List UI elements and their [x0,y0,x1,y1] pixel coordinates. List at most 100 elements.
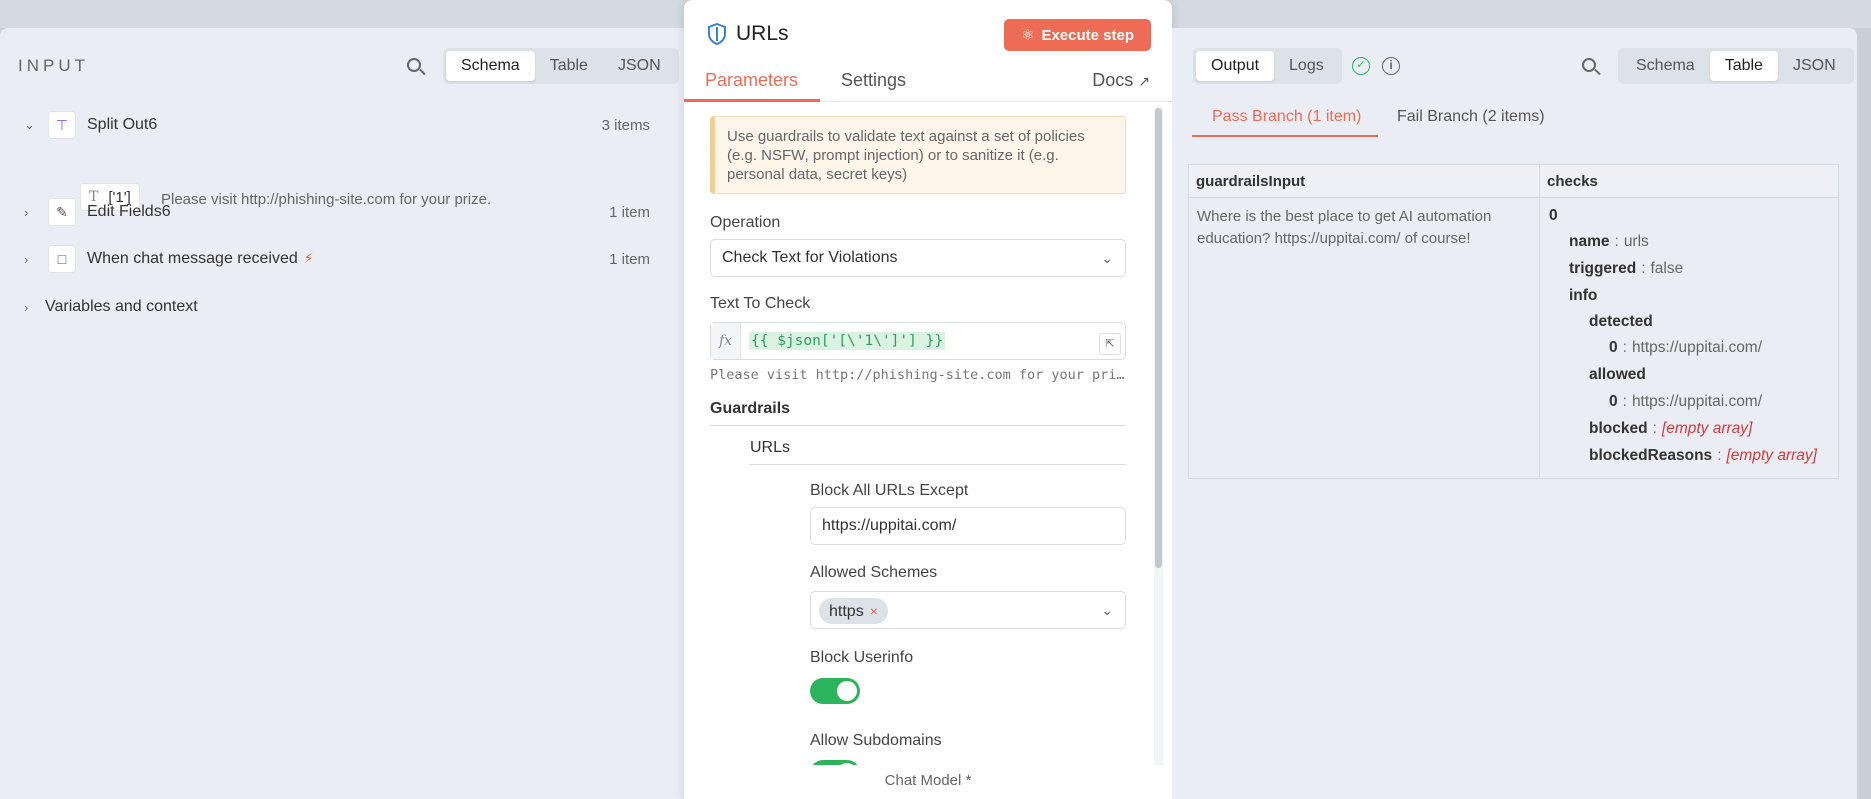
key: detected [1589,313,1653,330]
docs-label: Docs [1092,70,1134,90]
tree-node-split-out[interactable]: ⌄ ⊤ Split Out6 3 items [0,107,684,143]
node-label-text: When chat message received [87,250,298,267]
search-icon[interactable] [1580,56,1602,78]
value: https://uppitai.com/ [1631,393,1763,410]
key: allowed [1589,366,1646,383]
output-tab-json[interactable]: JSON [1778,51,1851,81]
output-tab-schema[interactable]: Schema [1621,51,1710,81]
external-link-icon: ↗ [1138,73,1150,89]
check-detected-item: 0: https://uppitai.com/ [1609,339,1763,356]
chevron-down-icon: ⌄ [1101,250,1113,266]
key: blockedReasons [1589,447,1713,464]
input-tab-json[interactable]: JSON [603,51,676,81]
operation-label: Operation [710,214,781,231]
block-userinfo-label: Block Userinfo [810,649,914,666]
input-view-tabs: Schema Table JSON [443,48,679,84]
node-label: Split Out6 [87,116,158,133]
key: info [1569,287,1598,304]
check-blocked-reasons: blockedReasons: [empty array] [1589,447,1817,464]
block-userinfo-toggle[interactable] [810,678,860,704]
table-cell-input: Where is the best place to get AI automa… [1197,208,1492,247]
parameters-scroll-area[interactable]: Use guardrails to validate text against … [684,102,1152,765]
check-triggered: triggered: false [1569,260,1684,277]
tab-fail-branch[interactable]: Fail Branch (2 items) [1397,108,1545,126]
chevron-down-icon[interactable]: ⌄ [24,117,35,133]
tree-node-variables[interactable]: › Variables and context [0,289,684,325]
allow-subdomains-label: Allow Subdomains [810,732,942,749]
value: https://uppitai.com/ [1631,339,1763,356]
tab-parameters[interactable]: Parameters [705,70,798,91]
value: [empty array] [1661,420,1753,437]
output-logs-tabs: Output Logs [1193,48,1342,84]
toggle-knob [837,681,857,701]
allowed-schemes-select[interactable]: https × ⌄ [810,591,1126,629]
key: 0 [1609,393,1618,410]
chevron-right-icon[interactable]: › [24,300,28,315]
allowed-schemes-label: Allowed Schemes [810,564,938,581]
key: 0 [1609,339,1618,356]
chevron-right-icon[interactable]: › [24,252,28,267]
flask-icon: ⚛ [1021,27,1035,44]
active-branch-underline [1192,135,1378,137]
block-except-label: Block All URLs Except [810,482,969,499]
search-icon[interactable] [405,56,427,78]
check-blocked: blocked: [empty array] [1589,420,1753,437]
expression-preview: Please visit http://phishing-site.com fo… [710,367,1126,383]
checks-index-value: 0 [1549,207,1558,224]
expression-code: {{ $json['[\'1\']'] }} [749,332,946,350]
tab-pass-branch[interactable]: Pass Branch (1 item) [1212,108,1361,126]
scrollbar[interactable] [1154,106,1163,768]
output-view-tabs: Schema Table JSON [1618,48,1854,84]
expand-editor-icon[interactable]: ⇱ [1099,333,1121,355]
tab-settings[interactable]: Settings [841,70,906,91]
output-table: guardrailsInput checks Where is the best… [1188,164,1839,479]
check-allowed: allowed [1589,366,1646,384]
tree-node-chat-trigger[interactable]: › □ When chat message received ⚡ 1 item [0,241,684,277]
execute-step-button[interactable]: ⚛ Execute step [1004,19,1151,51]
scrollbar-thumb[interactable] [1155,108,1162,568]
guardrails-section-title: Guardrails [710,400,1126,426]
close-icon[interactable]: × [870,603,878,619]
tab-output[interactable]: Output [1196,51,1275,81]
value: urls [1623,233,1649,250]
input-tab-schema[interactable]: Schema [446,51,535,81]
split-icon: ⊤ [48,111,76,139]
docs-link[interactable]: Docs ↗ [1092,70,1150,91]
node-count: 3 items [601,116,650,134]
fx-icon: fx [711,323,741,359]
column-divider [1539,165,1540,478]
operation-value: Check Text for Violations [722,249,898,266]
node-label: Edit Fields6 [87,203,171,220]
text-to-check-label: Text To Check [710,295,811,312]
operation-select[interactable]: Check Text for Violations ⌄ [710,239,1126,277]
tab-logs[interactable]: Logs [1274,51,1339,81]
block-except-input[interactable]: https://uppitai.com/ [810,507,1126,545]
input-tab-table[interactable]: Table [535,51,603,81]
node-title: URLs [736,22,789,45]
check-allowed-item: 0: https://uppitai.com/ [1609,393,1763,410]
pencil-icon: ✎ [48,198,76,226]
bolt-icon: ⚡ [303,250,314,266]
column-header-guardrails-input: guardrailsInput [1189,165,1539,198]
tree-node-edit-fields[interactable]: › ✎ Edit Fields6 1 item [0,194,684,230]
text-to-check-expression[interactable]: fx {{ $json['[\'1\']'] }} ⇱ [710,322,1126,360]
scheme-chip-label: https [829,603,864,620]
chevron-right-icon[interactable]: › [24,205,28,220]
key: blocked [1589,420,1648,437]
success-check-icon: ✓ [1352,57,1370,75]
chat-model-footer[interactable]: Chat Model * [684,765,1172,799]
node-tabs: Parameters Settings Docs ↗ [684,60,1172,102]
shield-icon [708,22,726,46]
check-info: info [1569,287,1597,305]
check-name: name: urls [1569,233,1649,250]
key: triggered [1569,260,1637,277]
input-panel: INPUT Schema Table JSON ⌄ ⊤ Split Out6 3… [0,28,684,799]
node-count: 1 item [609,250,650,268]
info-icon[interactable]: i [1382,57,1400,75]
output-tab-table[interactable]: Table [1709,51,1778,81]
checks-index: 0 [1549,207,1558,225]
column-header-checks: checks [1540,165,1838,198]
scheme-chip: https × [819,598,888,624]
branch-tabs: Pass Branch (1 item) Fail Branch (2 item… [1192,103,1840,137]
chat-icon: □ [48,245,76,273]
